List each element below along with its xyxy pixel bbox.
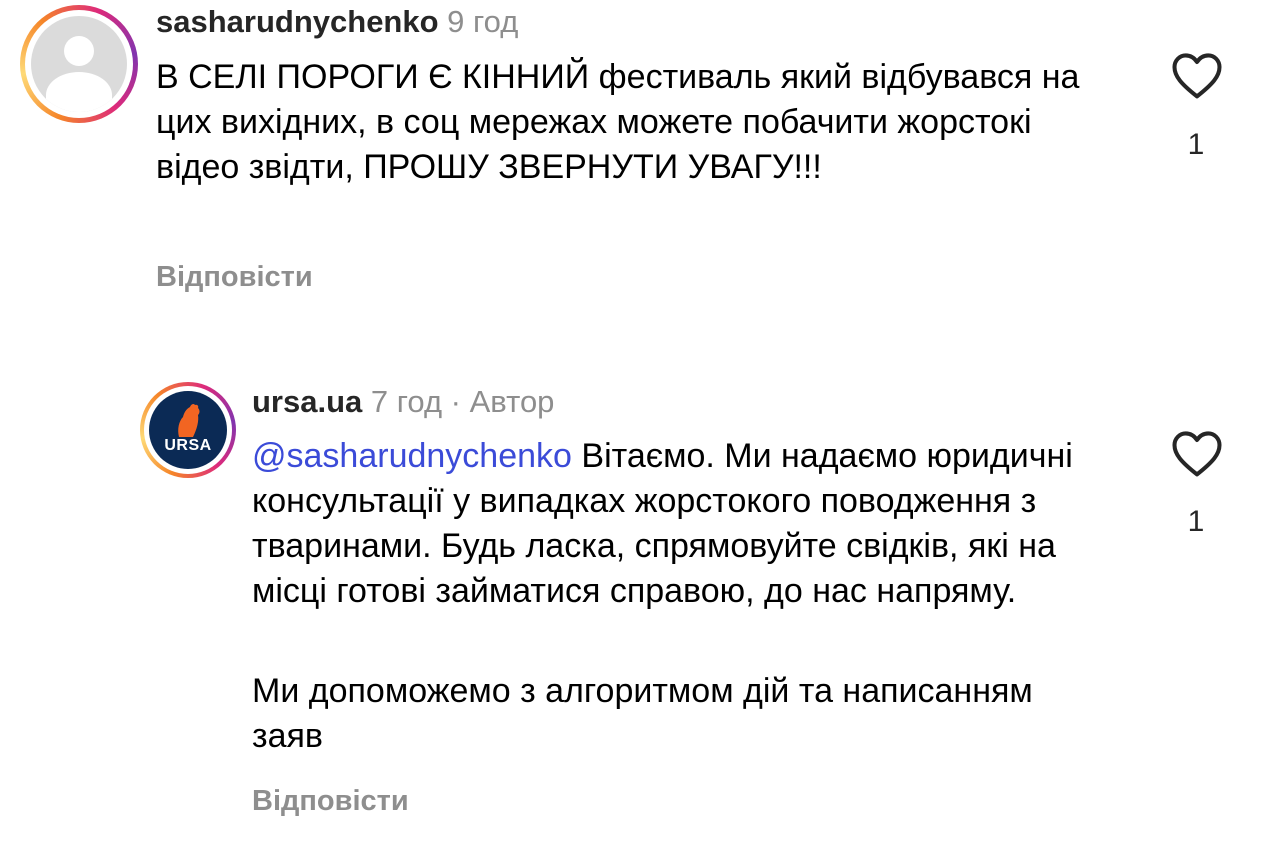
ursa-bear-logo-icon[interactable]: URSA xyxy=(149,391,227,469)
mention-link[interactable]: @sasharudnychenko xyxy=(252,437,572,475)
like-count: 1 xyxy=(1187,505,1205,538)
avatar-label: URSA xyxy=(164,437,212,454)
heart-icon[interactable] xyxy=(1170,428,1224,478)
username[interactable]: sasharudnychenko xyxy=(156,4,439,39)
separator: · xyxy=(450,384,461,419)
comment-text-paragraph-2: Ми допоможемо з алгоритмом дій та написа… xyxy=(252,672,1033,755)
reply-button[interactable]: Відповісти xyxy=(252,785,409,818)
bear-silhouette-icon xyxy=(178,403,200,437)
username[interactable]: ursa.ua xyxy=(252,384,362,419)
like-count: 1 xyxy=(1187,128,1205,161)
comment-header: ursa.ua 7 год · Автор xyxy=(252,384,554,420)
heart-icon[interactable] xyxy=(1170,50,1224,100)
comment-text: В СЕЛІ ПОРОГИ Є КІННИЙ фестиваль який ві… xyxy=(156,58,1080,186)
comment-header: sasharudnychenko 9 год xyxy=(156,4,518,40)
default-user-avatar-icon[interactable] xyxy=(31,16,127,112)
timestamp: 9 год xyxy=(447,4,519,39)
author-badge: Автор xyxy=(469,384,555,419)
timestamp: 7 год xyxy=(370,384,443,419)
reply-button[interactable]: Відповісти xyxy=(156,261,313,294)
comment-text: @sasharudnychenko Вітаємо. Ми надаємо юр… xyxy=(252,434,1102,614)
